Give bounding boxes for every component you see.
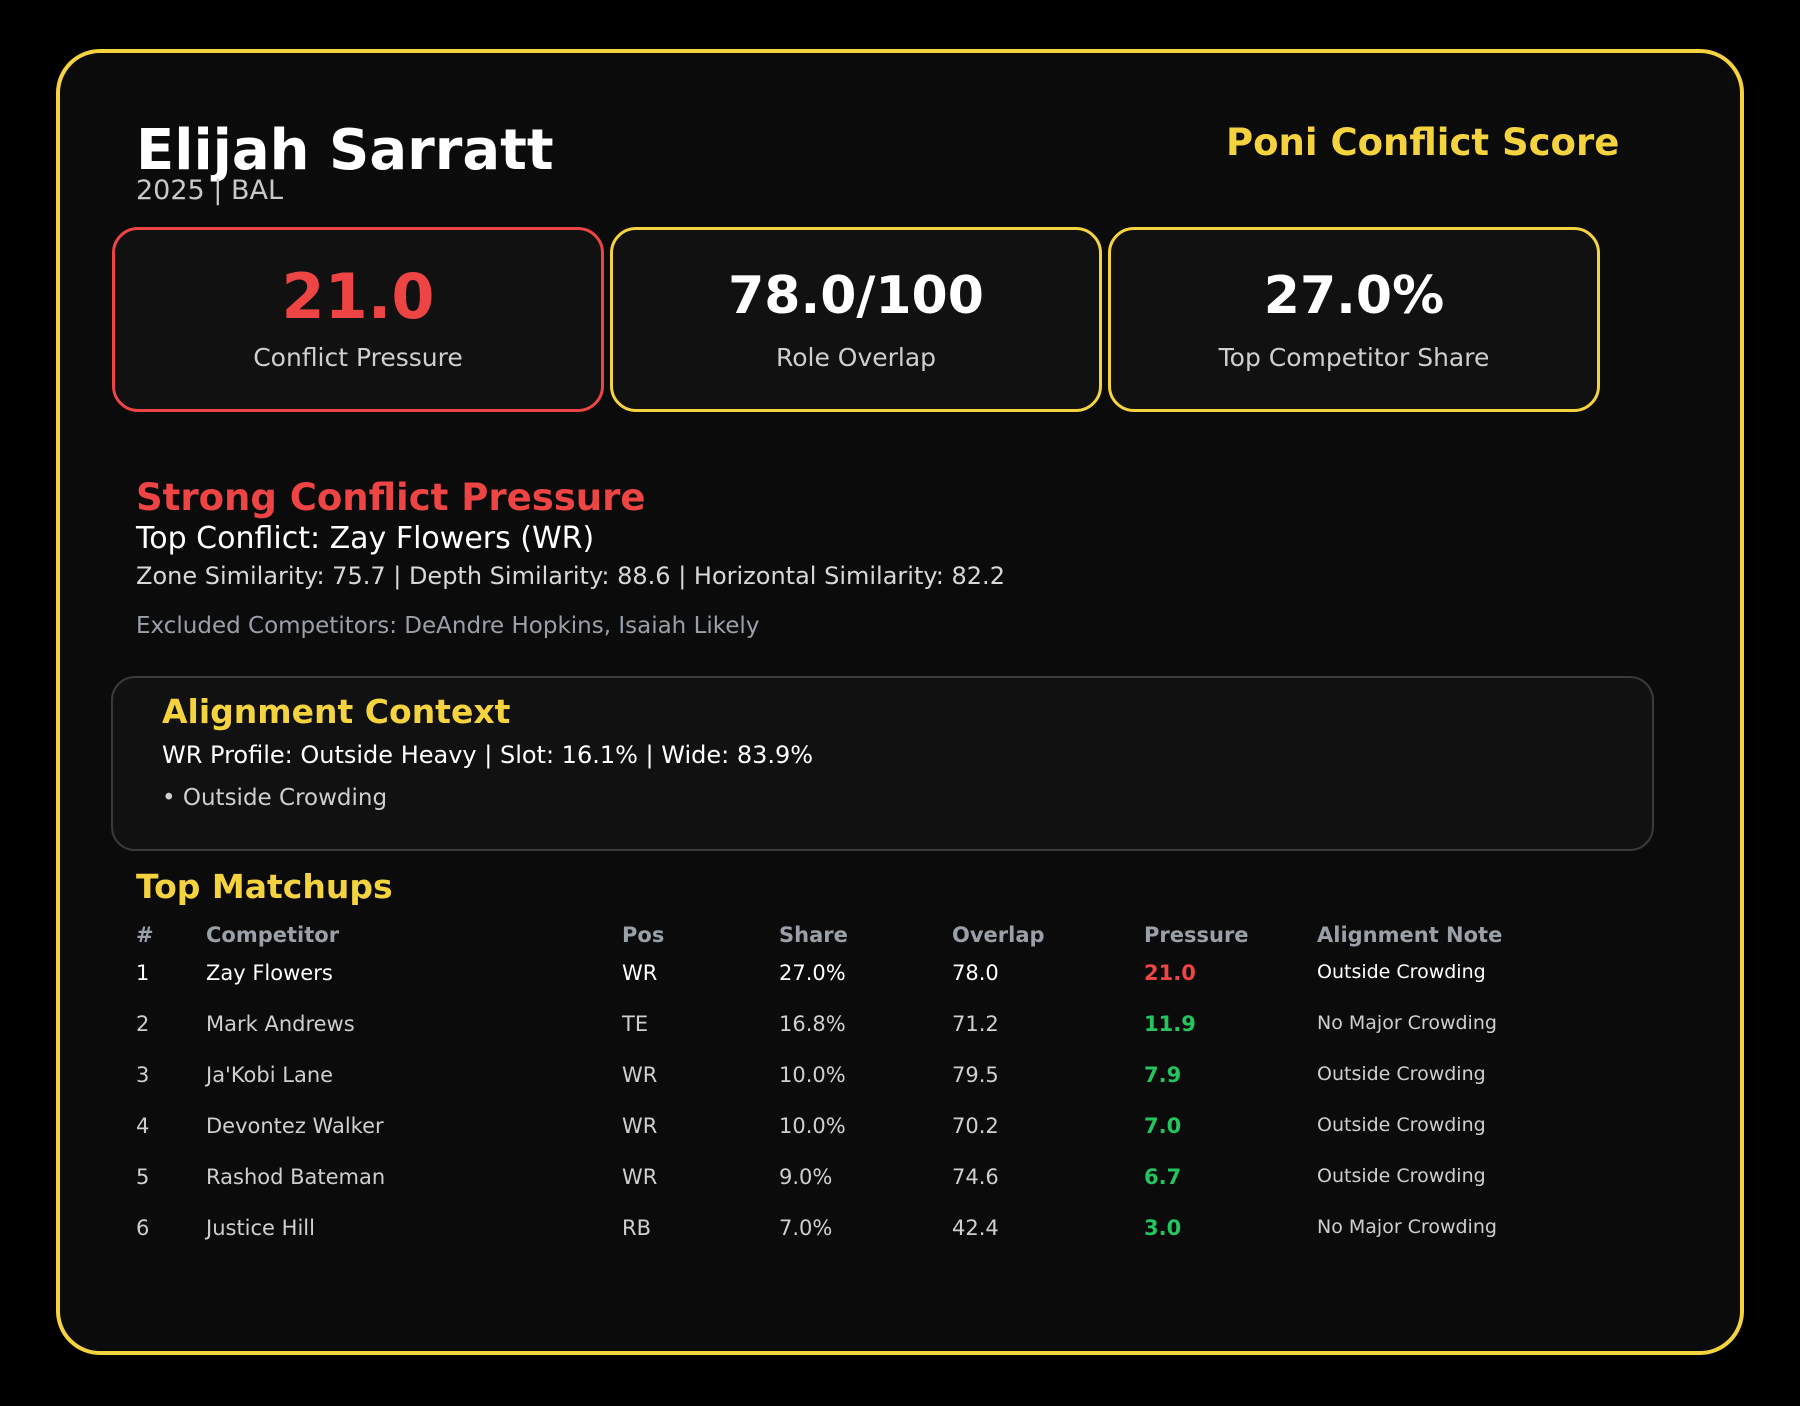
stat-value: 27.0% <box>1263 266 1445 326</box>
column-header-rank: # <box>136 923 154 947</box>
pressure-cell: 21.0 <box>1144 961 1196 985</box>
stat-label: Top Competitor Share <box>1218 343 1490 372</box>
alignment-note-cell: No Major Crowding <box>1317 1216 1497 1238</box>
similarity-scores: Zone Similarity: 75.7 | Depth Similarity… <box>136 562 1005 590</box>
pos-cell: TE <box>622 1012 649 1036</box>
pressure-cell: 6.7 <box>1144 1165 1182 1189</box>
share-cell: 9.0% <box>779 1165 833 1189</box>
pressure-cell: 11.9 <box>1144 1012 1196 1036</box>
rank-cell: 6 <box>136 1216 150 1240</box>
alignment-note-cell: Outside Crowding <box>1317 1165 1486 1187</box>
player-season-team: 2025 | BAL <box>136 175 284 206</box>
overlap-cell: 74.6 <box>952 1165 999 1189</box>
stat-card-top-competitor-share: 27.0% Top Competitor Share <box>1108 227 1600 412</box>
share-cell: 10.0% <box>779 1063 846 1087</box>
excluded-competitors: Excluded Competitors: DeAndre Hopkins, I… <box>136 613 760 639</box>
player-name: Elijah Sarratt <box>136 118 554 183</box>
column-header-competitor: Competitor <box>206 923 340 947</box>
stat-label: Role Overlap <box>775 343 937 372</box>
pos-cell: WR <box>622 1063 658 1087</box>
alignment-bullet: • Outside Crowding <box>162 785 388 811</box>
conflict-verdict: Strong Conflict Pressure <box>136 476 646 519</box>
competitor-cell: Mark Andrews <box>206 1012 355 1036</box>
competitor-cell: Justice Hill <box>206 1216 315 1240</box>
column-header-overlap: Overlap <box>952 923 1045 947</box>
pos-cell: WR <box>622 961 658 985</box>
rank-cell: 1 <box>136 961 150 985</box>
pos-cell: WR <box>622 1114 658 1138</box>
share-cell: 10.0% <box>779 1114 846 1138</box>
overlap-cell: 79.5 <box>952 1063 999 1087</box>
column-header-pressure: Pressure <box>1144 923 1249 947</box>
table-row: 2 Mark Andrews TE 16.8% 71.2 11.9 No Maj… <box>0 1012 1800 1052</box>
competitor-cell: Zay Flowers <box>206 961 333 985</box>
column-header-alignment-note: Alignment Note <box>1317 923 1503 947</box>
stat-value: 78.0/100 <box>728 266 984 326</box>
overlap-cell: 71.2 <box>952 1012 999 1036</box>
wr-profile: WR Profile: Outside Heavy | Slot: 16.1% … <box>162 741 814 769</box>
pressure-cell: 7.0 <box>1144 1114 1182 1138</box>
column-header-share: Share <box>779 923 848 947</box>
alignment-note-cell: No Major Crowding <box>1317 1012 1497 1034</box>
alignment-note-cell: Outside Crowding <box>1317 961 1486 983</box>
table-row: 4 Devontez Walker WR 10.0% 70.2 7.0 Outs… <box>0 1114 1800 1154</box>
pos-cell: RB <box>622 1216 651 1240</box>
alignment-note-cell: Outside Crowding <box>1317 1063 1486 1085</box>
table-row: 1 Zay Flowers WR 27.0% 78.0 21.0 Outside… <box>0 961 1800 1001</box>
rank-cell: 2 <box>136 1012 150 1036</box>
competitor-cell: Rashod Bateman <box>206 1165 386 1189</box>
competitor-cell: Devontez Walker <box>206 1114 384 1138</box>
share-cell: 16.8% <box>779 1012 846 1036</box>
stat-label: Conflict Pressure <box>253 343 463 372</box>
alignment-note-cell: Outside Crowding <box>1317 1114 1486 1136</box>
share-cell: 7.0% <box>779 1216 833 1240</box>
brand-title: Poni Conflict Score <box>1226 121 1620 164</box>
overlap-cell: 42.4 <box>952 1216 999 1240</box>
pressure-cell: 3.0 <box>1144 1216 1182 1240</box>
pressure-cell: 7.9 <box>1144 1063 1182 1087</box>
stat-card-conflict-pressure: 21.0 Conflict Pressure <box>112 227 604 412</box>
pos-cell: WR <box>622 1165 658 1189</box>
table-row: 3 Ja'Kobi Lane WR 10.0% 79.5 7.9 Outside… <box>0 1063 1800 1103</box>
top-matchups-title: Top Matchups <box>136 867 393 906</box>
stat-value: 21.0 <box>281 260 435 333</box>
top-conflict: Top Conflict: Zay Flowers (WR) <box>136 521 595 556</box>
overlap-cell: 78.0 <box>952 961 999 985</box>
share-cell: 27.0% <box>779 961 846 985</box>
rank-cell: 4 <box>136 1114 150 1138</box>
column-header-pos: Pos <box>622 923 665 947</box>
table-row: 5 Rashod Bateman WR 9.0% 74.6 6.7 Outsid… <box>0 1165 1800 1205</box>
table-row: 6 Justice Hill RB 7.0% 42.4 3.0 No Major… <box>0 1216 1800 1256</box>
alignment-context-title: Alignment Context <box>162 692 511 731</box>
rank-cell: 5 <box>136 1165 150 1189</box>
overlap-cell: 70.2 <box>952 1114 999 1138</box>
competitor-cell: Ja'Kobi Lane <box>206 1063 334 1087</box>
stat-card-role-overlap: 78.0/100 Role Overlap <box>610 227 1102 412</box>
rank-cell: 3 <box>136 1063 150 1087</box>
